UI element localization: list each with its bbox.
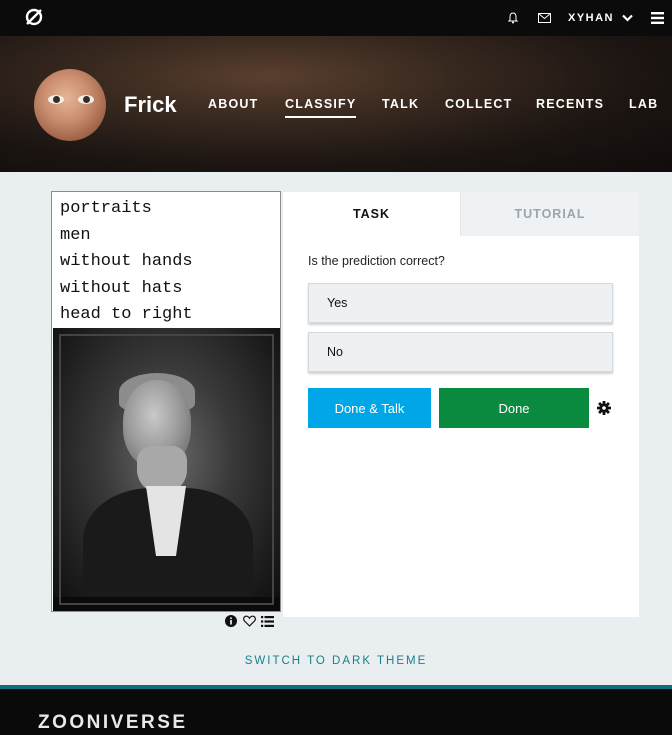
zooniverse-logo-icon[interactable] — [24, 7, 44, 27]
answer-yes-button[interactable]: Yes — [308, 283, 613, 323]
subject-line: head to right — [60, 305, 193, 324]
answer-no-button[interactable]: No — [308, 332, 613, 372]
zooniverse-footer-logo[interactable]: ZOONIVERSE — [38, 712, 188, 734]
subject-line: men — [60, 225, 91, 245]
info-icon[interactable] — [224, 614, 238, 628]
subject-line: without hats — [60, 278, 183, 298]
nav-talk[interactable]: TALK — [382, 97, 419, 111]
task-panel: TASK TUTORIAL Is the prediction correct?… — [283, 192, 639, 617]
subject-viewer[interactable]: portraits men without hands without hats… — [51, 191, 281, 612]
nav-classify[interactable]: CLASSIFY — [285, 97, 357, 118]
switch-theme-link[interactable]: SWITCH TO DARK THEME — [0, 655, 672, 667]
project-header: Frick ABOUT CLASSIFY TALK COLLECT RECENT… — [0, 36, 672, 172]
nav-lab[interactable]: LAB — [629, 97, 658, 111]
hamburger-icon[interactable] — [648, 9, 666, 27]
done-button[interactable]: Done — [439, 388, 589, 428]
project-title[interactable]: Frick — [124, 92, 177, 118]
answer-label: No — [327, 345, 343, 359]
gear-icon[interactable] — [597, 401, 611, 415]
subject-portrait-image — [53, 328, 280, 611]
list-icon[interactable] — [260, 614, 274, 628]
tab-task[interactable]: TASK — [283, 192, 460, 236]
done-and-talk-button[interactable]: Done & Talk — [308, 388, 431, 428]
answer-label: Yes — [327, 296, 348, 310]
subject-line: without hands — [60, 252, 193, 271]
footer: ZOONIVERSE — [0, 685, 672, 735]
project-avatar[interactable] — [34, 69, 106, 141]
tab-tutorial[interactable]: TUTORIAL — [460, 192, 639, 236]
bell-icon[interactable] — [504, 9, 522, 27]
subject-tools — [224, 614, 274, 628]
nav-about[interactable]: ABOUT — [208, 97, 258, 111]
task-question: Is the prediction correct? — [308, 254, 445, 268]
heart-icon[interactable] — [242, 614, 256, 628]
subject-metadata-text: portraits men without hands without hats… — [60, 196, 193, 329]
nav-collect[interactable]: COLLECT — [445, 97, 512, 111]
mail-icon[interactable] — [536, 9, 554, 27]
user-name[interactable]: XYHAN — [568, 12, 614, 24]
nav-recents[interactable]: RECENTS — [536, 97, 604, 111]
top-bar: XYHAN — [0, 0, 672, 36]
subject-line: portraits — [60, 199, 152, 218]
chevron-down-icon[interactable] — [618, 9, 636, 27]
